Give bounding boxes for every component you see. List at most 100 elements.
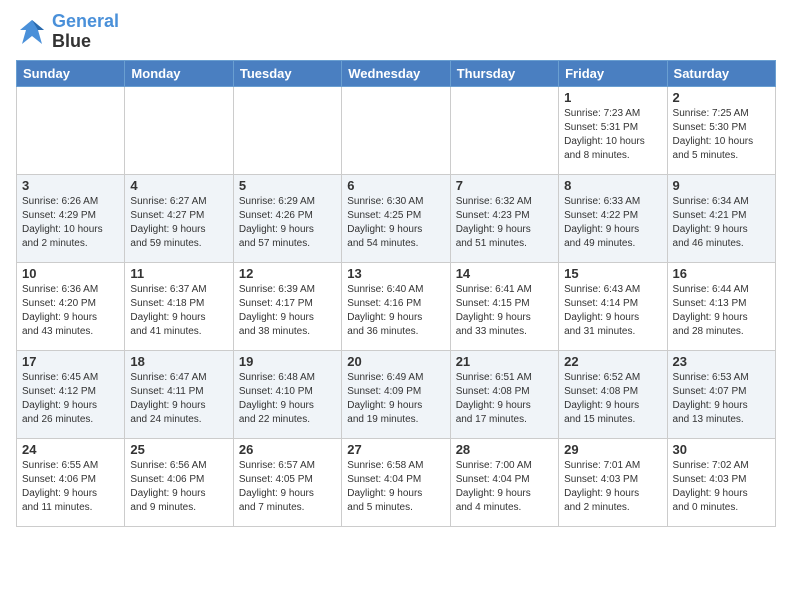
day-number: 12 xyxy=(239,266,336,281)
calendar-cell: 21 Sunrise: 6:51 AMSunset: 4:08 PMDayligh… xyxy=(450,350,558,438)
calendar-cell: 9 Sunrise: 6:34 AMSunset: 4:21 PMDaylight… xyxy=(667,174,775,262)
day-number: 11 xyxy=(130,266,227,281)
calendar-cell: 20 Sunrise: 6:49 AMSunset: 4:09 PMDayligh… xyxy=(342,350,450,438)
day-info: Sunrise: 6:37 AMSunset: 4:18 PMDaylight:… xyxy=(130,283,227,339)
calendar-cell: 25Sunrise: 6:56 AMSunset: 4:06 PMDayligh… xyxy=(125,438,233,526)
calendar-cell: 13 Sunrise: 6:40 AMSunset: 4:16 PMDayligh… xyxy=(342,262,450,350)
day-info: Sunrise: 6:57 AMSunset: 4:05 PMDaylight:… xyxy=(239,459,336,515)
day-info: Sunrise: 6:55 AMSunset: 4:06 PMDaylight:… xyxy=(22,459,119,515)
col-header-monday: Monday xyxy=(125,60,233,86)
day-info: Sunrise: 6:49 AMSunset: 4:09 PMDaylight:… xyxy=(347,371,444,427)
day-info: Sunrise: 6:36 AMSunset: 4:20 PMDaylight:… xyxy=(22,283,119,339)
day-number: 4 xyxy=(130,178,227,193)
day-number: 24 xyxy=(22,442,119,457)
day-info: Sunrise: 6:48 AMSunset: 4:10 PMDaylight:… xyxy=(239,371,336,427)
day-info: Sunrise: 6:45 AMSunset: 4:12 PMDaylight:… xyxy=(22,371,119,427)
day-number: 20 xyxy=(347,354,444,369)
day-number: 14 xyxy=(456,266,553,281)
calendar-cell: 29 Sunrise: 7:01 AMSunset: 4:03 PMDayligh… xyxy=(559,438,667,526)
day-info: Sunrise: 6:27 AMSunset: 4:27 PMDaylight:… xyxy=(130,195,227,251)
day-number: 26 xyxy=(239,442,336,457)
day-info: Sunrise: 6:44 AMSunset: 4:13 PMDaylight:… xyxy=(673,283,770,339)
calendar-cell: 22 Sunrise: 6:52 AMSunset: 4:08 PMDayligh… xyxy=(559,350,667,438)
calendar-cell: 28 Sunrise: 7:00 AMSunset: 4:04 PMDayligh… xyxy=(450,438,558,526)
day-info: Sunrise: 6:26 AMSunset: 4:29 PMDaylight:… xyxy=(22,195,119,251)
day-info: Sunrise: 6:53 AMSunset: 4:07 PMDaylight:… xyxy=(673,371,770,427)
day-info: Sunrise: 6:58 AMSunset: 4:04 PMDaylight:… xyxy=(347,459,444,515)
day-number: 22 xyxy=(564,354,661,369)
col-header-tuesday: Tuesday xyxy=(233,60,341,86)
day-info: Sunrise: 6:29 AMSunset: 4:26 PMDaylight:… xyxy=(239,195,336,251)
day-info: Sunrise: 6:51 AMSunset: 4:08 PMDaylight:… xyxy=(456,371,553,427)
day-info: Sunrise: 6:47 AMSunset: 4:11 PMDaylight:… xyxy=(130,371,227,427)
day-info: Sunrise: 6:43 AMSunset: 4:14 PMDaylight:… xyxy=(564,283,661,339)
col-header-sunday: Sunday xyxy=(17,60,125,86)
day-number: 17 xyxy=(22,354,119,369)
calendar-table: SundayMondayTuesdayWednesdayThursdayFrid… xyxy=(16,60,776,527)
day-number: 25 xyxy=(130,442,227,457)
day-number: 1 xyxy=(564,90,661,105)
calendar-cell: 6 Sunrise: 6:30 AMSunset: 4:25 PMDaylight… xyxy=(342,174,450,262)
day-info: Sunrise: 7:02 AMSunset: 4:03 PMDaylight:… xyxy=(673,459,770,515)
day-number: 28 xyxy=(456,442,553,457)
col-header-friday: Friday xyxy=(559,60,667,86)
calendar-cell: 4 Sunrise: 6:27 AMSunset: 4:27 PMDaylight… xyxy=(125,174,233,262)
calendar-cell: 11 Sunrise: 6:37 AMSunset: 4:18 PMDayligh… xyxy=(125,262,233,350)
calendar-cell: 23 Sunrise: 6:53 AMSunset: 4:07 PMDayligh… xyxy=(667,350,775,438)
day-number: 2 xyxy=(673,90,770,105)
day-info: Sunrise: 6:32 AMSunset: 4:23 PMDaylight:… xyxy=(456,195,553,251)
calendar-cell: 12 Sunrise: 6:39 AMSunset: 4:17 PMDayligh… xyxy=(233,262,341,350)
day-info: Sunrise: 7:25 AMSunset: 5:30 PMDaylight:… xyxy=(673,107,770,163)
day-info: Sunrise: 6:33 AMSunset: 4:22 PMDaylight:… xyxy=(564,195,661,251)
day-info: Sunrise: 6:34 AMSunset: 4:21 PMDaylight:… xyxy=(673,195,770,251)
calendar-cell: 14 Sunrise: 6:41 AMSunset: 4:15 PMDayligh… xyxy=(450,262,558,350)
day-number: 8 xyxy=(564,178,661,193)
calendar-cell: 30Sunrise: 7:02 AMSunset: 4:03 PMDayligh… xyxy=(667,438,775,526)
logo-text: General Blue xyxy=(52,12,119,52)
col-header-wednesday: Wednesday xyxy=(342,60,450,86)
day-info: Sunrise: 6:52 AMSunset: 4:08 PMDaylight:… xyxy=(564,371,661,427)
calendar-cell: 15 Sunrise: 6:43 AMSunset: 4:14 PMDayligh… xyxy=(559,262,667,350)
day-number: 15 xyxy=(564,266,661,281)
calendar-cell xyxy=(450,86,558,174)
day-info: Sunrise: 6:30 AMSunset: 4:25 PMDaylight:… xyxy=(347,195,444,251)
calendar-cell: 26 Sunrise: 6:57 AMSunset: 4:05 PMDayligh… xyxy=(233,438,341,526)
col-header-saturday: Saturday xyxy=(667,60,775,86)
day-info: Sunrise: 7:23 AMSunset: 5:31 PMDaylight:… xyxy=(564,107,661,163)
calendar-cell: 10 Sunrise: 6:36 AMSunset: 4:20 PMDayligh… xyxy=(17,262,125,350)
calendar-cell: 19Sunrise: 6:48 AMSunset: 4:10 PMDayligh… xyxy=(233,350,341,438)
day-number: 27 xyxy=(347,442,444,457)
day-number: 9 xyxy=(673,178,770,193)
day-info: Sunrise: 6:39 AMSunset: 4:17 PMDaylight:… xyxy=(239,283,336,339)
day-number: 23 xyxy=(673,354,770,369)
day-info: Sunrise: 7:00 AMSunset: 4:04 PMDaylight:… xyxy=(456,459,553,515)
day-number: 21 xyxy=(456,354,553,369)
calendar-cell: 2 Sunrise: 7:25 AMSunset: 5:30 PMDaylight… xyxy=(667,86,775,174)
day-info: Sunrise: 6:41 AMSunset: 4:15 PMDaylight:… xyxy=(456,283,553,339)
calendar-cell xyxy=(125,86,233,174)
day-number: 5 xyxy=(239,178,336,193)
calendar-cell xyxy=(342,86,450,174)
day-number: 10 xyxy=(22,266,119,281)
day-number: 7 xyxy=(456,178,553,193)
calendar-cell xyxy=(17,86,125,174)
day-number: 29 xyxy=(564,442,661,457)
calendar-cell: 5 Sunrise: 6:29 AMSunset: 4:26 PMDaylight… xyxy=(233,174,341,262)
header: General Blue xyxy=(0,0,792,60)
calendar-cell: 27 Sunrise: 6:58 AMSunset: 4:04 PMDayligh… xyxy=(342,438,450,526)
calendar-cell: 1 Sunrise: 7:23 AMSunset: 5:31 PMDaylight… xyxy=(559,86,667,174)
day-number: 6 xyxy=(347,178,444,193)
logo: General Blue xyxy=(16,12,119,52)
calendar-cell: 17 Sunrise: 6:45 AMSunset: 4:12 PMDayligh… xyxy=(17,350,125,438)
calendar-cell xyxy=(233,86,341,174)
calendar-cell: 16 Sunrise: 6:44 AMSunset: 4:13 PMDayligh… xyxy=(667,262,775,350)
day-number: 3 xyxy=(22,178,119,193)
calendar-cell: 8 Sunrise: 6:33 AMSunset: 4:22 PMDaylight… xyxy=(559,174,667,262)
day-info: Sunrise: 7:01 AMSunset: 4:03 PMDaylight:… xyxy=(564,459,661,515)
day-number: 18 xyxy=(130,354,227,369)
day-info: Sunrise: 6:40 AMSunset: 4:16 PMDaylight:… xyxy=(347,283,444,339)
logo-bird-icon xyxy=(16,16,48,48)
day-number: 16 xyxy=(673,266,770,281)
day-number: 13 xyxy=(347,266,444,281)
calendar-cell: 3 Sunrise: 6:26 AMSunset: 4:29 PMDaylight… xyxy=(17,174,125,262)
